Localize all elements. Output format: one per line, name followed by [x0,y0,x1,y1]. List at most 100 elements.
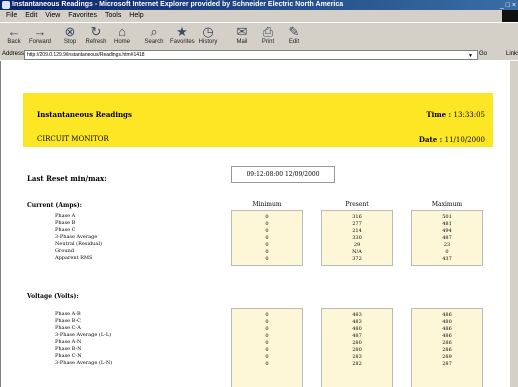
row-label: Neutral (Residual) [55,241,102,247]
value-cell: 487 [352,333,362,339]
value-cell: 316 [352,214,362,220]
window-title: Instantaneous Readings - Microsoft Inter… [12,1,344,8]
value-cell: 0 [265,340,269,346]
mail-button[interactable]: ✉ Mail [230,24,254,45]
value-cell: 277 [352,221,362,227]
time-readout: Time : 13:33:05 [426,110,485,119]
current-minimum-box: 0 0 0 0 0 0 0 [231,210,303,266]
stop-button[interactable]: ⊗ Stop [58,24,82,45]
value-cell: 486 [442,312,452,318]
address-input[interactable]: http://209.0.129.9/instantaneous/Reading… [24,50,478,60]
history-button[interactable]: ◷ History [196,24,220,45]
favorites-button[interactable]: ★ Favorites [170,24,195,45]
stop-label: Stop [63,39,77,45]
row-label: Phase C [55,227,76,233]
vertical-scrollbar[interactable] [510,61,518,387]
forward-arrow-icon: → [33,24,47,39]
menu-favorites[interactable]: Favorites [68,12,97,19]
value-cell: 0 [265,333,269,339]
value-cell: 280 [352,340,362,346]
edit-icon: ✎ [288,24,300,39]
back-button[interactable]: ← Back [2,24,26,45]
value-cell: 483 [352,319,362,325]
value-cell: 0 [265,228,269,234]
menu-help[interactable]: Help [129,12,143,19]
value-cell: 0 [265,249,269,255]
address-label: Address [2,51,25,57]
time-value: 13:33:05 [453,111,485,119]
column-minimum: Minimum [252,201,282,208]
home-label: Home [113,39,130,45]
row-label: Phase B [55,220,76,226]
current-row-labels: Phase A Phase B Phase C 3-Phase Average … [55,213,102,262]
forward-button[interactable]: → Forward [28,24,52,45]
current-heading: Current (Amps): [27,202,82,209]
search-icon: ⌕ [150,24,158,39]
favorites-label: Favorites [170,39,195,45]
edit-button[interactable]: ✎ Edit [282,24,306,45]
row-label: Phase B-C [55,318,81,324]
value-cell: 0 [265,242,269,248]
value-cell: 486 [442,326,452,332]
voltage-row-labels: Phase A-B Phase B-C Phase C-A 3-Phase Av… [55,311,112,367]
value-cell: 0 [265,235,269,241]
print-button[interactable]: ⎙ Print [256,24,280,45]
value-cell: 486 [442,333,452,339]
value-cell: 0 [445,249,449,255]
value-cell: 501 [442,214,452,220]
stop-icon: ⊗ [64,24,76,39]
search-label: Search [144,39,164,45]
value-cell: 29 [353,242,361,248]
toolbar: ← Back → Forward ⊗ Stop ↻ Refresh ⌂ Home ⌕ Sea… [0,22,518,50]
menu-tools[interactable]: Tools [105,12,121,19]
last-reset-label: Last Reset min/max: [27,174,107,183]
window-title-bar: Instantaneous Readings - Microsoft Inter… [0,0,518,10]
value-cell: N/A [352,249,362,255]
page-subtitle: CIRCUIT MONITOR [37,135,109,143]
value-cell: 494 [442,228,452,234]
mail-label: Mail [236,39,248,45]
mail-icon: ✉ [236,24,248,39]
refresh-button[interactable]: ↻ Refresh [84,24,108,45]
current-present-box: 316 277 214 330 29 N/A 372 [321,210,393,266]
value-cell: 0 [265,256,269,262]
row-label: Phase A-N [55,339,82,345]
favorites-icon: ★ [176,24,188,39]
menu-bar: File Edit View Favorites Tools Help [0,10,518,22]
voltage-present-box: 483 483 480 487 280 280 283 282 [321,308,393,387]
value-cell: 23 [443,242,451,248]
header-banner: Instantaneous Readings CIRCUIT MONITOR T… [23,93,493,147]
value-cell: 483 [352,312,362,318]
row-label: Phase B-N [55,346,82,352]
refresh-label: Refresh [85,39,107,45]
date-value: 11/10/2000 [444,136,485,144]
row-label: Ground [55,248,75,254]
date-readout: Date : 11/10/2000 [419,135,485,144]
forward-label: Forward [28,39,51,45]
refresh-icon: ↻ [90,24,102,39]
row-label: Phase C-N [55,353,82,359]
voltage-maximum-box: 486 480 486 486 286 286 289 287 [411,308,483,387]
back-arrow-icon: ← [7,24,21,39]
value-cell: 481 [442,221,452,227]
menu-view[interactable]: View [45,12,60,19]
value-cell: 287 [442,361,452,367]
links-button[interactable]: Links [506,49,518,60]
home-button[interactable]: ⌂ Home [110,24,134,45]
value-cell: 372 [352,256,362,262]
value-cell: 0 [265,319,269,325]
history-icon: ◷ [202,24,214,39]
row-label: 3-Phase Average (L-N) [55,360,113,366]
search-button[interactable]: ⌕ Search [142,24,166,45]
page-content: Instantaneous Readings CIRCUIT MONITOR T… [0,61,511,387]
row-label: Phase C-A [55,325,81,331]
value-cell: 0 [265,312,269,318]
value-cell: 0 [265,361,269,367]
window-controls[interactable]: _ □ × [500,1,516,10]
go-button[interactable]: Go [479,49,487,60]
menu-edit[interactable]: Edit [25,12,37,19]
last-reset-value: 09:12:08:00 12/09/2000 [231,166,335,183]
menu-file[interactable]: File [6,12,17,19]
edit-label: Edit [288,39,300,45]
value-cell: 0 [265,326,269,332]
